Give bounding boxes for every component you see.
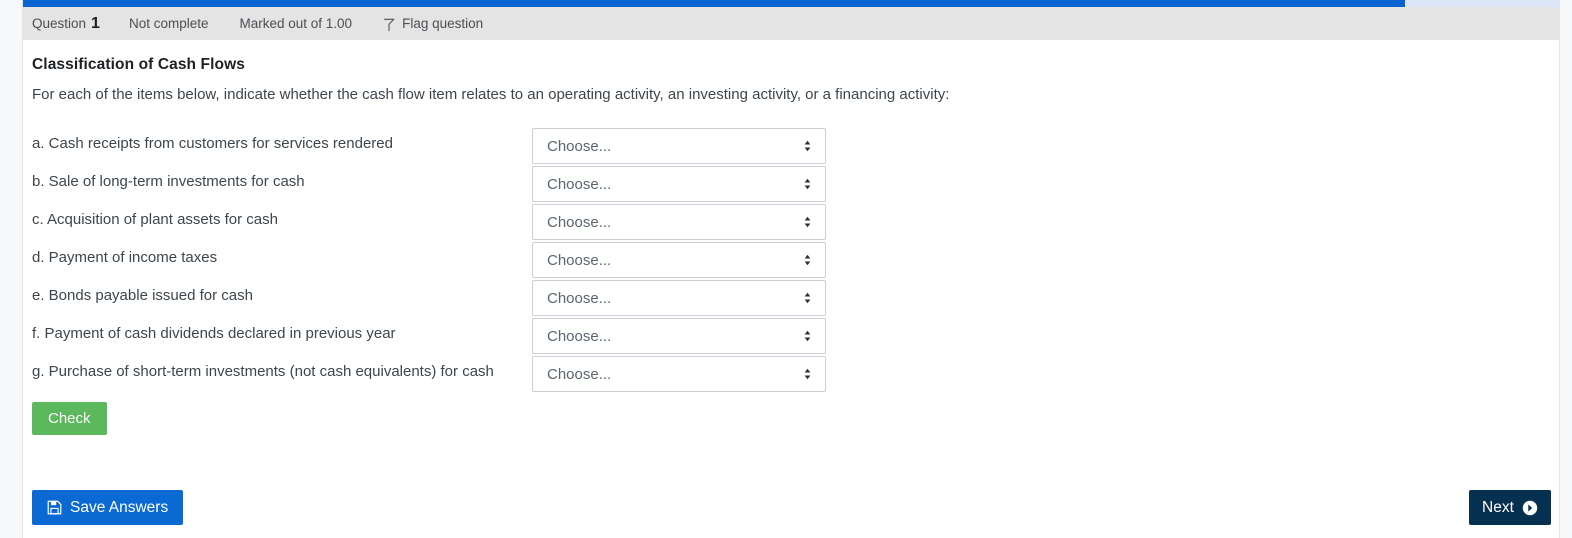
question-content-block: Question 1 Not complete Marked out of 1.… (22, 0, 1560, 538)
select-updown-arrows-icon (803, 177, 812, 192)
classification-select-value: Choose... (547, 175, 612, 193)
classification-select-wrapper: Choose... (532, 280, 826, 316)
question-number-group: Question 1 (32, 15, 100, 33)
cash-flow-item-label: d. Payment of income taxes (32, 249, 218, 266)
arrow-circle-right-icon (1522, 500, 1538, 516)
classification-select[interactable]: Choose... (532, 166, 826, 202)
question-title: Classification of Cash Flows (32, 56, 245, 73)
select-updown-arrows-icon (803, 291, 812, 306)
classification-select-wrapper: Choose... (532, 166, 826, 202)
next-label: Next (1482, 498, 1514, 516)
cash-flow-item-row: f. Payment of cash dividends declared in… (23, 318, 1559, 356)
cash-flow-item-row: e. Bonds payable issued for cash Choose..… (23, 280, 1559, 318)
classification-select[interactable]: Choose... (532, 204, 826, 240)
question-state: Not complete (128, 16, 209, 31)
question-intro-text: For each of the items below, indicate wh… (32, 86, 950, 103)
cash-flow-item-row: d. Payment of income taxes Choose... (23, 242, 1559, 280)
cash-flow-item-label: f. Payment of cash dividends declared in… (32, 325, 396, 342)
select-updown-arrows-icon (803, 367, 812, 382)
save-answers-label: Save Answers (70, 498, 169, 516)
classification-select-wrapper: Choose... (532, 204, 826, 240)
classification-select-value: Choose... (547, 213, 612, 231)
classification-select[interactable]: Choose... (532, 280, 826, 316)
classification-select-wrapper: Choose... (532, 318, 826, 354)
classification-select[interactable]: Choose... (532, 318, 826, 354)
classification-select-value: Choose... (547, 365, 612, 383)
classification-select-value: Choose... (547, 251, 612, 269)
classification-select-wrapper: Choose... (532, 356, 826, 392)
cash-flow-item-rows: a. Cash receipts from customers for serv… (23, 128, 1559, 394)
save-floppy-icon (47, 500, 62, 515)
classification-select-wrapper: Choose... (532, 242, 826, 278)
question-word: Question (32, 16, 87, 31)
question-marks: Marked out of 1.00 (239, 16, 353, 31)
classification-select[interactable]: Choose... (532, 242, 826, 278)
check-button[interactable]: Check (32, 402, 107, 435)
question-info-header: Question 1 Not complete Marked out of 1.… (23, 7, 1559, 40)
cash-flow-item-label: e. Bonds payable issued for cash (32, 287, 253, 304)
cash-flow-item-row: a. Cash receipts from customers for serv… (23, 128, 1559, 166)
classification-select-wrapper: Choose... (532, 128, 826, 164)
select-updown-arrows-icon (803, 253, 812, 268)
cash-flow-item-row: c. Acquisition of plant assets for cash C… (23, 204, 1559, 242)
flag-question-label: Flag question (402, 16, 484, 31)
save-answers-button[interactable]: Save Answers (32, 490, 184, 525)
cash-flow-item-label: b. Sale of long-term investments for cas… (32, 173, 305, 190)
quiz-progress-bar (23, 0, 1559, 7)
select-updown-arrows-icon (803, 329, 812, 344)
classification-select-value: Choose... (547, 327, 612, 345)
cash-flow-item-label: g. Purchase of short-term investments (n… (32, 363, 494, 380)
next-button[interactable]: Next (1469, 490, 1551, 525)
classification-select-value: Choose... (547, 289, 612, 307)
select-updown-arrows-icon (803, 215, 812, 230)
classification-select[interactable]: Choose... (532, 356, 826, 392)
flag-question-button[interactable]: Flag question (382, 16, 483, 31)
flag-icon (382, 18, 396, 32)
quiz-page: Question 1 Not complete Marked out of 1.… (0, 0, 1572, 538)
cash-flow-item-row: g. Purchase of short-term investments (n… (23, 356, 1559, 394)
question-number: 1 (91, 14, 100, 32)
cash-flow-item-row: b. Sale of long-term investments for cas… (23, 166, 1559, 204)
quiz-progress-fill (23, 0, 1406, 7)
select-updown-arrows-icon (803, 139, 812, 154)
classification-select[interactable]: Choose... (532, 128, 826, 164)
cash-flow-item-label: c. Acquisition of plant assets for cash (32, 211, 278, 228)
cash-flow-item-label: a. Cash receipts from customers for serv… (32, 135, 393, 152)
classification-select-value: Choose... (547, 137, 612, 155)
